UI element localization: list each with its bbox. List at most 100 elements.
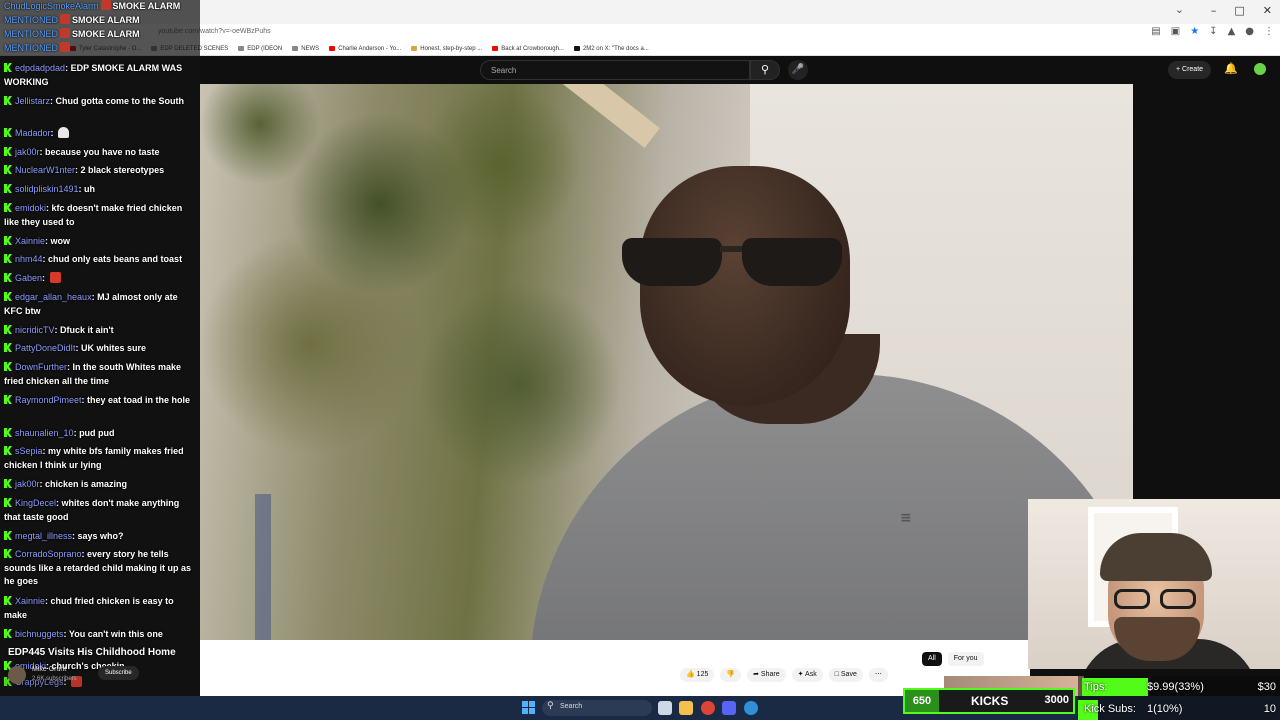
like-button[interactable]: 👍 125 [680, 668, 715, 682]
bookmark-item[interactable]: 2M2 on X: "The docs a... [573, 46, 649, 52]
discord-icon[interactable] [722, 701, 736, 715]
alert-text: SMOKE ALARM [72, 15, 140, 25]
screen: ⌄ – □ ✕ youtube.com/watch?v=-oeWBzPuhs ▤… [0, 0, 1280, 720]
bookmark-item[interactable]: EDP (IDEON [238, 46, 282, 52]
minimize-icon[interactable]: – [1211, 4, 1217, 17]
chat-message: solidpliskin1491: uh [4, 183, 198, 197]
bookmark-favicon-icon [573, 46, 580, 51]
tips-label: Tips: [1084, 681, 1108, 693]
task-view-icon[interactable] [658, 701, 672, 715]
bookmark-item[interactable]: Charlie Anderson - Yo... [329, 46, 401, 52]
chat-username[interactable]: sSepia [15, 446, 43, 456]
alarm-emote-icon [100, 0, 111, 10]
chip-for-you[interactable]: For you [947, 652, 984, 666]
emote-icon [58, 127, 70, 138]
dislike-button[interactable]: 👎 [720, 668, 742, 682]
menu-icon[interactable]: ⋮ [1264, 26, 1274, 37]
file-explorer-icon[interactable] [679, 701, 693, 715]
windows-start-icon[interactable] [522, 701, 535, 714]
chip-all[interactable]: All [922, 652, 942, 666]
right-glass [1160, 589, 1196, 609]
chat-username[interactable]: jak00r [15, 147, 40, 157]
search-button[interactable]: ⚲ [750, 60, 780, 80]
download-icon[interactable]: ↧ [1209, 26, 1217, 37]
bookmark-favicon-icon [292, 46, 299, 51]
video-actions: 👍 125 👎 ➦ Share ✦ Ask □ Save ⋯ [680, 668, 888, 682]
chat-username[interactable]: Jellistarz [15, 96, 50, 106]
video-player[interactable]: ≡ [200, 84, 1133, 640]
chat-username[interactable]: emidoki [15, 203, 46, 213]
picture-in-picture-icon[interactable]: ▣ [1171, 26, 1180, 37]
glasses-bridge [720, 246, 744, 252]
chat-username[interactable]: KingDecel [15, 498, 56, 508]
chat-message: nhm44: chud only eats beans and toast [4, 253, 198, 267]
screen-cast-icon[interactable]: ▤ [1151, 26, 1160, 37]
tips-goal: $30 [1257, 681, 1276, 693]
subscribe-button[interactable]: Subscribe [98, 666, 139, 680]
chat-username[interactable]: RaymondPimeet [15, 395, 82, 405]
bookmark-item[interactable]: Back at Crowborough... [492, 46, 564, 52]
chat-text: because you have no taste [45, 147, 160, 157]
kicks-label: KICKS [971, 694, 1009, 708]
chat-username[interactable]: Gaben [15, 273, 42, 283]
ask-button[interactable]: ✦ Ask [791, 668, 823, 682]
bookmark-favicon-icon [492, 46, 499, 51]
chrome-icon[interactable] [701, 701, 715, 715]
bookmark-favicon-icon [329, 46, 336, 51]
chat-username[interactable]: shaunalien_10 [15, 428, 74, 438]
chat-username[interactable]: nicridicTV [15, 325, 55, 335]
share-button[interactable]: ➦ Share [747, 668, 786, 682]
bookmark-item[interactable]: Honest, step-by-step ... [411, 46, 482, 52]
chat-message: CorradoSoprano: every story he tells sou… [4, 549, 192, 586]
chat-message: DownFurther: In the south Whites make fr… [4, 362, 182, 386]
chat-username[interactable]: edpdadpdad [15, 63, 65, 73]
close-icon[interactable]: ✕ [1263, 4, 1272, 17]
chat-username[interactable]: CorradoSoprano [15, 549, 82, 559]
taskbar-search[interactable]: ⚲ Search [542, 700, 652, 716]
bookmark-favicon-icon [238, 46, 245, 51]
alert-user: ChudLogicSmokeAlarm [4, 1, 99, 11]
maximize-icon[interactable]: □ [1234, 4, 1244, 17]
extensions-icon[interactable]: ▲ [1228, 26, 1236, 37]
channel-name[interactable]: Mike Grunt [32, 666, 66, 673]
chat-username[interactable]: edgar_allan_heaux [15, 292, 92, 302]
create-button[interactable]: + Create [1168, 61, 1212, 79]
chat-username[interactable]: solidpliskin1491 [15, 184, 79, 194]
subs-value: 1(10%) [1147, 703, 1183, 715]
search-icon: ⚲ [760, 63, 770, 76]
youtube-search-input[interactable]: Search [480, 60, 750, 80]
chat-username[interactable]: jak00r [15, 479, 40, 489]
tab-search-chevron-icon[interactable]: ⌄ [1175, 3, 1184, 16]
account-avatar[interactable] [1254, 63, 1266, 75]
kick-badge-icon [4, 428, 12, 437]
chat-username[interactable]: bichnuggets [15, 629, 64, 639]
obs-icon[interactable] [744, 701, 758, 715]
chat-username[interactable]: megtal_illness [15, 531, 72, 541]
chat-username[interactable]: Madador [15, 128, 51, 138]
chat-username[interactable]: nhm44 [15, 254, 43, 264]
bookmark-star-icon[interactable]: ★ [1190, 26, 1199, 37]
kicks-count: 650 [905, 690, 939, 712]
chat-username[interactable]: DownFurther [15, 362, 67, 372]
more-actions-button[interactable]: ⋯ [868, 668, 888, 682]
chat-username[interactable]: Xainnie [15, 236, 45, 246]
taskbar-search-label: Search [560, 703, 583, 710]
chat-message: Xainnie: wow [4, 235, 198, 249]
notifications-bell-icon[interactable]: 🔔 [1224, 62, 1238, 75]
alert-text: SMOKE ALARM [72, 29, 140, 39]
background-pole [255, 494, 271, 640]
sunglasses [622, 232, 848, 292]
kick-badge-icon [4, 531, 12, 540]
channel-avatar[interactable] [8, 666, 26, 684]
voice-search-button[interactable]: 🎤 [788, 60, 808, 80]
chat-message: jak00r: because you have no taste [4, 146, 198, 160]
chat-username[interactable]: NuclearW1nter [15, 165, 75, 175]
kicks-goal-widget: 650 KICKS 3000 [903, 688, 1075, 714]
profile-icon[interactable]: ● [1245, 26, 1254, 37]
chat-username[interactable]: PattyDoneDidIt [15, 343, 76, 353]
save-button[interactable]: □ Save [828, 668, 863, 682]
bookmark-item[interactable]: NEWS [292, 46, 319, 52]
kicks-goal: 3000 [1044, 694, 1069, 706]
chat-username[interactable]: Xainnie [15, 596, 45, 606]
alarm-emote-icon [60, 14, 70, 24]
